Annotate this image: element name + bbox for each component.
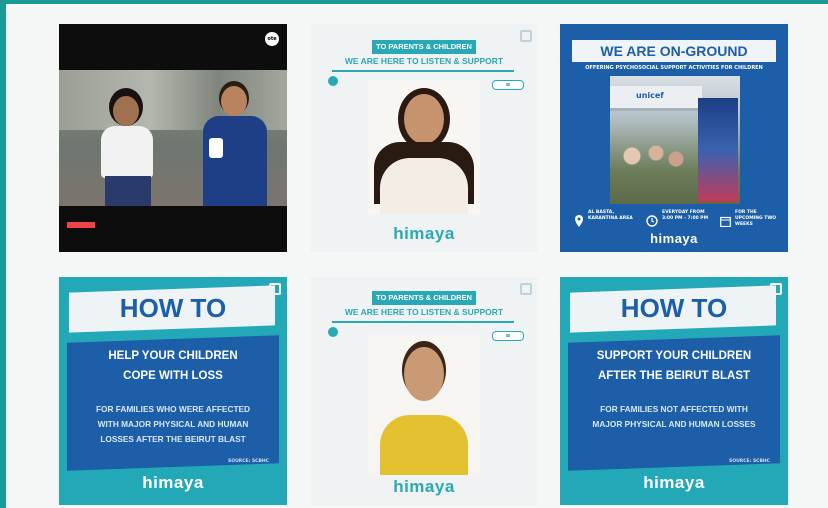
description-line2: WITH MAJOR PHYSICAL AND HUMAN [97, 419, 249, 429]
headline-line2: AFTER THE BEIRUT BLAST [597, 370, 751, 382]
himaya-logo: himaya [142, 473, 204, 492]
description-line2: MAJOR PHYSICAL AND HUMAN LOSSES [592, 419, 756, 429]
how-to-heading: HOW TO [620, 293, 728, 323]
post-how-to-cope-with-loss[interactable]: HOW TO HELP YOUR CHILDREN COPE WITH LOSS… [59, 277, 287, 505]
calendar-icon [720, 212, 731, 228]
headline-line1: HELP YOUR CHILDREN [108, 350, 238, 362]
how-to-heading: HOW TO [119, 293, 227, 323]
phone-icon: ☎ [492, 80, 524, 90]
subtitle: WE ARE HERE TO LISTEN & SUPPORT [344, 56, 504, 66]
divider [332, 321, 514, 323]
post-parents-children-1[interactable]: TO PARENTS & CHILDREN WE ARE HERE TO LIS… [310, 24, 538, 252]
himaya-logo: himaya [650, 231, 698, 246]
lower-third-bar [67, 222, 95, 228]
post-grid: ote TO PARENTS & CHILDREN WE ARE HERE TO… [6, 4, 828, 508]
speaker-portrait [368, 335, 480, 475]
video-icon [520, 283, 532, 295]
dot-icon [328, 327, 338, 337]
headline-line2: COPE WITH LOSS [123, 370, 223, 382]
description-line1: FOR FAMILIES WHO WERE AFFECTED [95, 404, 251, 414]
description-line1: FOR FAMILIES NOT AFFECTED WITH [600, 404, 748, 414]
banner-standee [698, 98, 738, 202]
interviewee-figure [97, 96, 155, 206]
duration-text: FOR THE UPCOMING TWO WEEKS [735, 210, 777, 227]
post-video-interview[interactable]: ote [59, 24, 287, 252]
post-subtitle: OFFERING PSYCHOSOCIAL SUPPORT ACTIVITIES… [585, 65, 763, 71]
divider [332, 70, 514, 72]
post-title: WE ARE ON-GROUND [572, 40, 776, 62]
location-text: AL BASTA, KARANTINA AREA [588, 210, 633, 221]
post-how-to-support-after-blast[interactable]: HOW TO SUPPORT YOUR CHILDREN AFTER THE B… [560, 277, 788, 505]
post-parents-children-2[interactable]: TO PARENTS & CHILDREN WE ARE HERE TO LIS… [310, 277, 538, 505]
video-icon [520, 30, 532, 42]
himaya-logo: himaya [393, 477, 455, 496]
microphone-icon [209, 138, 223, 158]
clock-icon [646, 212, 658, 227]
source-label: SOURCE: SCBHC [228, 459, 269, 464]
description-line3: LOSSES AFTER THE BEIRUT BLAST [100, 434, 246, 444]
hours-text: EVERYDAY FROM 3:00 PM - 7:00 PM [662, 210, 709, 221]
source-label: SOURCE: SCBHC [729, 459, 770, 464]
himaya-logo: himaya [393, 224, 455, 243]
channel-logo: ote [265, 32, 279, 46]
activity-photo: unicef [610, 76, 740, 204]
subtitle: WE ARE HERE TO LISTEN & SUPPORT [344, 307, 504, 317]
speaker-portrait [368, 80, 480, 214]
dot-icon [328, 76, 338, 86]
video-frame [59, 70, 287, 228]
phone-icon: ☎ [492, 331, 524, 341]
headline-line1: SUPPORT YOUR CHILDREN [596, 350, 752, 362]
unicef-sign: unicef [636, 91, 664, 100]
banner-label: TO PARENTS & CHILDREN [372, 291, 476, 305]
post-on-ground[interactable]: WE ARE ON-GROUND OFFERING PSYCHOSOCIAL S… [560, 24, 788, 252]
himaya-logo: himaya [643, 473, 705, 492]
location-pin-icon [574, 212, 584, 227]
banner-label: TO PARENTS & CHILDREN [372, 40, 476, 54]
